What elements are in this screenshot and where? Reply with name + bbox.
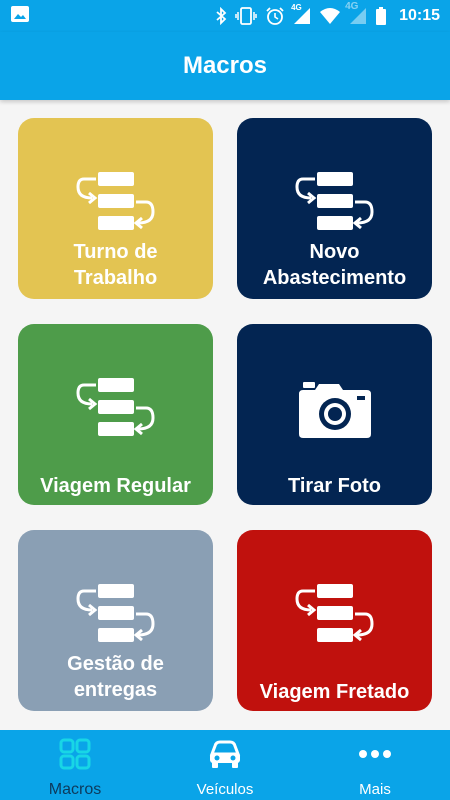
nav-item-veiculos[interactable]: Veículos xyxy=(150,730,300,800)
wifi-icon xyxy=(319,7,341,25)
tile-label: Gestão de entregas xyxy=(67,653,164,701)
macro-flow-icon xyxy=(75,170,156,241)
tile-novo-abastecimento[interactable]: Novo Abastecimento xyxy=(237,118,432,299)
macro-flow-icon xyxy=(75,376,156,447)
tile-label: Viagem Fretado xyxy=(259,681,410,703)
macro-grid: Turno de Trabalho Novo Abastecimento Via… xyxy=(0,100,450,730)
camera-icon xyxy=(295,376,375,447)
tile-tirar-foto[interactable]: Tirar Foto xyxy=(237,324,432,505)
status-bar: 4G 4G 10:15 xyxy=(0,0,450,32)
tile-label: Turno de Trabalho xyxy=(73,241,158,289)
tile-gestao-de-entregas[interactable]: Gestão de entregas xyxy=(18,530,213,711)
tile-viagem-regular[interactable]: Viagem Regular xyxy=(18,324,213,505)
bluetooth-icon xyxy=(215,7,227,25)
page-title: Macros xyxy=(182,52,268,79)
car-icon xyxy=(208,738,242,775)
signal-icon: 4G xyxy=(345,1,367,25)
app-bar: Macros xyxy=(0,32,450,100)
tile-viagem-fretado[interactable]: Viagem Fretado xyxy=(237,530,432,711)
more-dots-icon xyxy=(358,738,392,775)
alarm-icon xyxy=(265,6,285,26)
nav-label: Veículos xyxy=(196,781,254,798)
tile-turno-de-trabalho[interactable]: Turno de Trabalho xyxy=(18,118,213,299)
nav-label: Mais xyxy=(359,781,391,798)
vibrate-icon xyxy=(235,7,257,25)
grid-icon xyxy=(59,738,91,775)
macro-flow-icon xyxy=(294,170,375,241)
nav-label: Macros xyxy=(48,781,102,798)
tile-label: Tirar Foto xyxy=(288,475,381,497)
status-time: 10:15 xyxy=(399,7,440,24)
signal-icon: 4G xyxy=(291,3,311,25)
bottom-nav: Macros Veículos Mais xyxy=(0,730,450,800)
nav-item-macros[interactable]: Macros xyxy=(0,730,150,800)
macro-flow-icon xyxy=(294,582,375,653)
image-icon xyxy=(10,5,30,28)
battery-icon xyxy=(375,6,387,26)
macro-flow-icon xyxy=(75,582,156,653)
tile-label: Novo Abastecimento xyxy=(262,241,407,289)
tile-label: Viagem Regular xyxy=(40,475,191,497)
nav-item-mais[interactable]: Mais xyxy=(300,730,450,800)
